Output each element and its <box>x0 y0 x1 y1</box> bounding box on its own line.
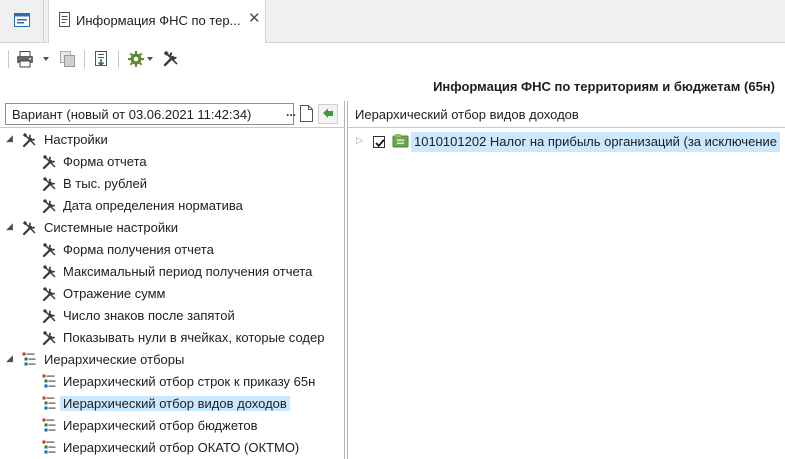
tree-item[interactable]: Число знаков после запятой <box>0 305 345 327</box>
gear-icon <box>127 50 145 68</box>
tree-item[interactable]: ◢ Настройки <box>0 129 345 151</box>
tools-icon <box>42 330 58 349</box>
toolbar-separator <box>8 50 9 68</box>
tree-item-label[interactable]: Системные настройки <box>44 220 178 235</box>
toolbar-separator <box>118 50 119 68</box>
tree-item-label[interactable]: В тыс. рублей <box>63 176 147 191</box>
undo-arrow-icon <box>318 104 338 127</box>
tab-bar: Информация ФНС по тер... ✕ <box>0 0 785 43</box>
new-variant-button[interactable] <box>300 105 313 125</box>
variant-selector[interactable]: Вариант (новый от 03.06.2021 11:42:34) .… <box>5 103 296 125</box>
toolbar <box>0 44 785 74</box>
home-tab[interactable] <box>0 0 44 42</box>
tree-item-label[interactable]: Число знаков после запятой <box>63 308 235 323</box>
tools-icon <box>42 308 58 327</box>
folder-icon <box>392 133 409 151</box>
tree-item[interactable]: Дата определения норматива <box>0 195 345 217</box>
tree-item[interactable]: Максимальный период получения отчета <box>0 261 345 283</box>
tree-item[interactable]: Форма получения отчета <box>0 239 345 261</box>
tree-item[interactable]: Иерархический отбор видов доходов <box>0 393 345 415</box>
tree-item-label[interactable]: Показывать нули в ячейках, которые содер <box>63 330 324 345</box>
tree-item-label[interactable]: Иерархический отбор строк к приказу 65н <box>63 374 315 389</box>
tree-item[interactable]: Отражение сумм <box>0 283 345 305</box>
filter-panel: Иерархический отбор видов доходов ▷ 1010… <box>347 101 785 459</box>
tools-icon <box>22 132 38 151</box>
tools-icon <box>42 242 58 261</box>
settings-panel: Вариант (новый от 03.06.2021 11:42:34) .… <box>0 101 345 459</box>
export-icon <box>92 50 110 68</box>
filter-row[interactable]: ▷ 1010101202 Налог на прибыль организаци… <box>348 131 785 153</box>
tree-item-label[interactable]: Иерархические отборы <box>44 352 184 367</box>
hierarchy-icon <box>22 352 36 369</box>
variant-browse-button[interactable]: ... <box>283 104 299 124</box>
print-button[interactable] <box>16 50 34 70</box>
hierarchy-icon <box>42 440 56 457</box>
tools-icon <box>163 50 180 67</box>
settings-button[interactable] <box>127 50 145 70</box>
tools-icon <box>22 220 38 239</box>
hierarchy-icon <box>42 374 56 391</box>
tools-icon <box>42 286 58 305</box>
variant-label: Вариант (новый от 03.06.2021 11:42:34) <box>12 107 252 122</box>
copy-button[interactable] <box>59 50 77 70</box>
tree-item[interactable]: Показывать нули в ячейках, которые содер <box>0 327 345 349</box>
tree-item-label[interactable]: Настройки <box>44 132 108 147</box>
variant-bar: Вариант (новый от 03.06.2021 11:42:34) .… <box>0 101 345 128</box>
tools-icon <box>42 198 58 217</box>
filter-panel-header: Иерархический отбор видов доходов <box>348 101 785 128</box>
expand-arrow-icon[interactable]: ▷ <box>356 135 363 146</box>
filter-panel-title: Иерархический отбор видов доходов <box>355 107 579 122</box>
tools-icon <box>42 176 58 195</box>
print-dropdown-arrow[interactable] <box>43 57 49 61</box>
tree-item[interactable]: ◢ Иерархические отборы <box>0 349 345 371</box>
tree-item-label[interactable]: Отражение сумм <box>63 286 165 301</box>
tools-icon <box>42 264 58 283</box>
toolbar-separator <box>84 50 85 68</box>
filter-row-checkbox[interactable] <box>373 136 385 148</box>
tab-report[interactable]: Информация ФНС по тер... ✕ <box>48 0 266 43</box>
tree-item[interactable]: Форма отчета <box>0 151 345 173</box>
hierarchy-icon <box>42 396 56 413</box>
close-tab-button[interactable]: ✕ <box>248 11 261 26</box>
tools-button[interactable] <box>163 50 180 70</box>
tree-item-label[interactable]: Иерархический отбор ОКАТО (ОКТМО) <box>63 440 299 455</box>
back-button[interactable] <box>318 104 338 127</box>
tree-item[interactable]: В тыс. рублей <box>0 173 345 195</box>
report-title: Информация ФНС по территориям и бюджетам… <box>433 79 775 94</box>
copy-icon <box>59 50 77 68</box>
tree-item[interactable]: Иерархический отбор строк к приказу 65н <box>0 371 345 393</box>
tree-item[interactable]: Иерархический отбор бюджетов <box>0 415 345 437</box>
filter-row-label[interactable]: 1010101202 Налог на прибыль организаций … <box>411 132 780 152</box>
collapse-arrow-icon[interactable]: ◢ <box>6 221 13 232</box>
tree-item[interactable]: Иерархический отбор ОКАТО (ОКТМО) <box>0 437 345 459</box>
settings-dropdown-arrow[interactable] <box>147 57 153 61</box>
tree-item-label[interactable]: Максимальный период получения отчета <box>63 264 312 279</box>
tree-item-label[interactable]: Форма получения отчета <box>63 242 214 257</box>
tree-item[interactable]: ◢ Системные настройки <box>0 217 345 239</box>
blank-document-icon <box>300 105 313 125</box>
hierarchy-icon <box>42 418 56 435</box>
tools-icon <box>42 154 58 173</box>
tree-item-label[interactable]: Иерархический отбор видов доходов <box>60 396 290 411</box>
collapse-arrow-icon[interactable]: ◢ <box>6 133 13 144</box>
tree-item-label[interactable]: Иерархический отбор бюджетов <box>63 418 258 433</box>
tab-title: Информация ФНС по тер... <box>76 13 241 28</box>
document-icon <box>59 12 70 30</box>
export-button[interactable] <box>92 50 110 70</box>
collapse-arrow-icon[interactable]: ◢ <box>6 353 13 364</box>
tree-item-label[interactable]: Форма отчета <box>63 154 147 169</box>
printer-icon <box>16 50 34 68</box>
tree-item-label[interactable]: Дата определения норматива <box>63 198 243 213</box>
